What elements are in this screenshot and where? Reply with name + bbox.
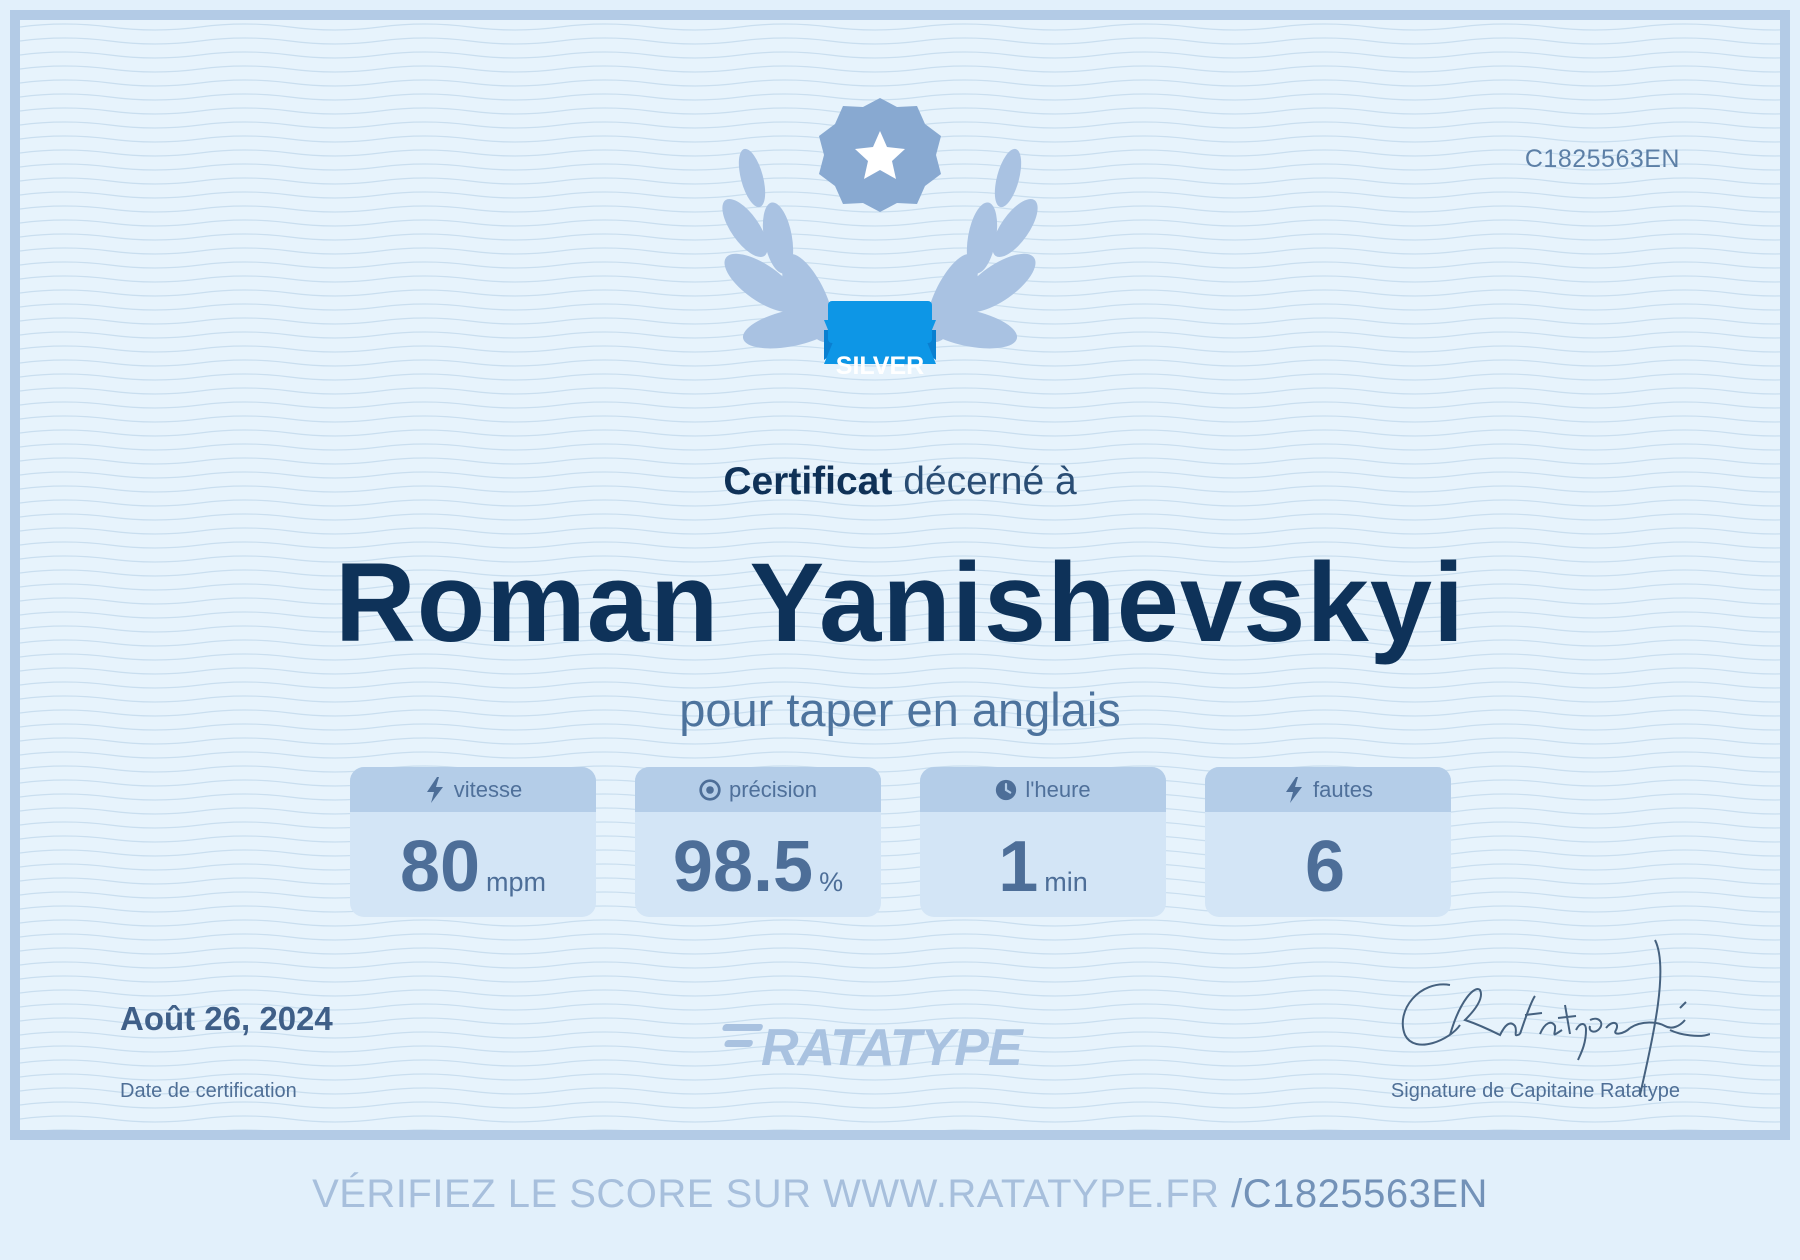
certification-date: Août 26, 2024 (120, 1000, 333, 1037)
stat-value: 80 mpm (350, 812, 596, 917)
lightning-icon (1286, 776, 1303, 803)
stat-card-fautes: fautes 6 (1205, 767, 1451, 917)
stat-number: 6 (1304, 827, 1346, 907)
stat-value: 6 (1205, 812, 1451, 917)
stat-card-heure: l'heure 1 min (920, 767, 1166, 917)
target-icon (699, 778, 721, 801)
stat-number: 80 (399, 827, 481, 907)
headline-rest: décerné à (892, 460, 1077, 503)
stat-label: précision (728, 776, 818, 802)
stat-card-precision: précision 98.5 % (635, 767, 881, 917)
svg-text:RATATYPE: RATATYPE (761, 1019, 1024, 1076)
stat-header: fautes (1205, 767, 1451, 812)
headline: Certificat décerné à (20, 460, 1780, 504)
verify-code: /C1825563EN (1231, 1172, 1488, 1216)
certificate-subtitle: pour taper en anglais (679, 683, 1121, 736)
stat-card-vitesse: vitesse 80 mpm (350, 767, 596, 917)
stat-number: 98.5 (672, 827, 814, 907)
stat-value: 1 min (920, 812, 1166, 917)
signature-icon (1401, 939, 1710, 1096)
ratatype-logo: RATATYPE (722, 1019, 1025, 1076)
verify-link[interactable]: VÉRIFIEZ LE SCORE SUR WWW.RATATYPE.FR /C… (0, 1172, 1800, 1217)
rosette-star-icon (819, 98, 941, 212)
stat-number: 1 (998, 827, 1039, 907)
lightning-icon (426, 776, 443, 803)
stat-value: 98.5 % (635, 812, 881, 917)
stat-label: l'heure (1025, 776, 1091, 802)
certificate-id: C1825563EN (1524, 145, 1680, 173)
stat-label: vitesse (453, 776, 523, 802)
stat-header: l'heure (920, 767, 1166, 812)
stat-label: fautes (1313, 776, 1373, 802)
recipient-name: Roman Yanishevskyi (334, 540, 1466, 665)
stat-unit: min (1044, 867, 1088, 897)
headline-strong: Certificat (723, 460, 893, 503)
stat-header: précision (635, 767, 881, 812)
badge-label: SILVER (835, 352, 925, 380)
clock-icon (996, 779, 1017, 800)
verify-text: VÉRIFIEZ LE SCORE SUR WWW.RATATYPE.FR (312, 1172, 1220, 1216)
stat-unit: mpm (486, 867, 547, 897)
stat-unit: % (819, 867, 844, 897)
stat-header: vitesse (350, 767, 596, 812)
date-label: Date de certification (120, 1080, 297, 1102)
